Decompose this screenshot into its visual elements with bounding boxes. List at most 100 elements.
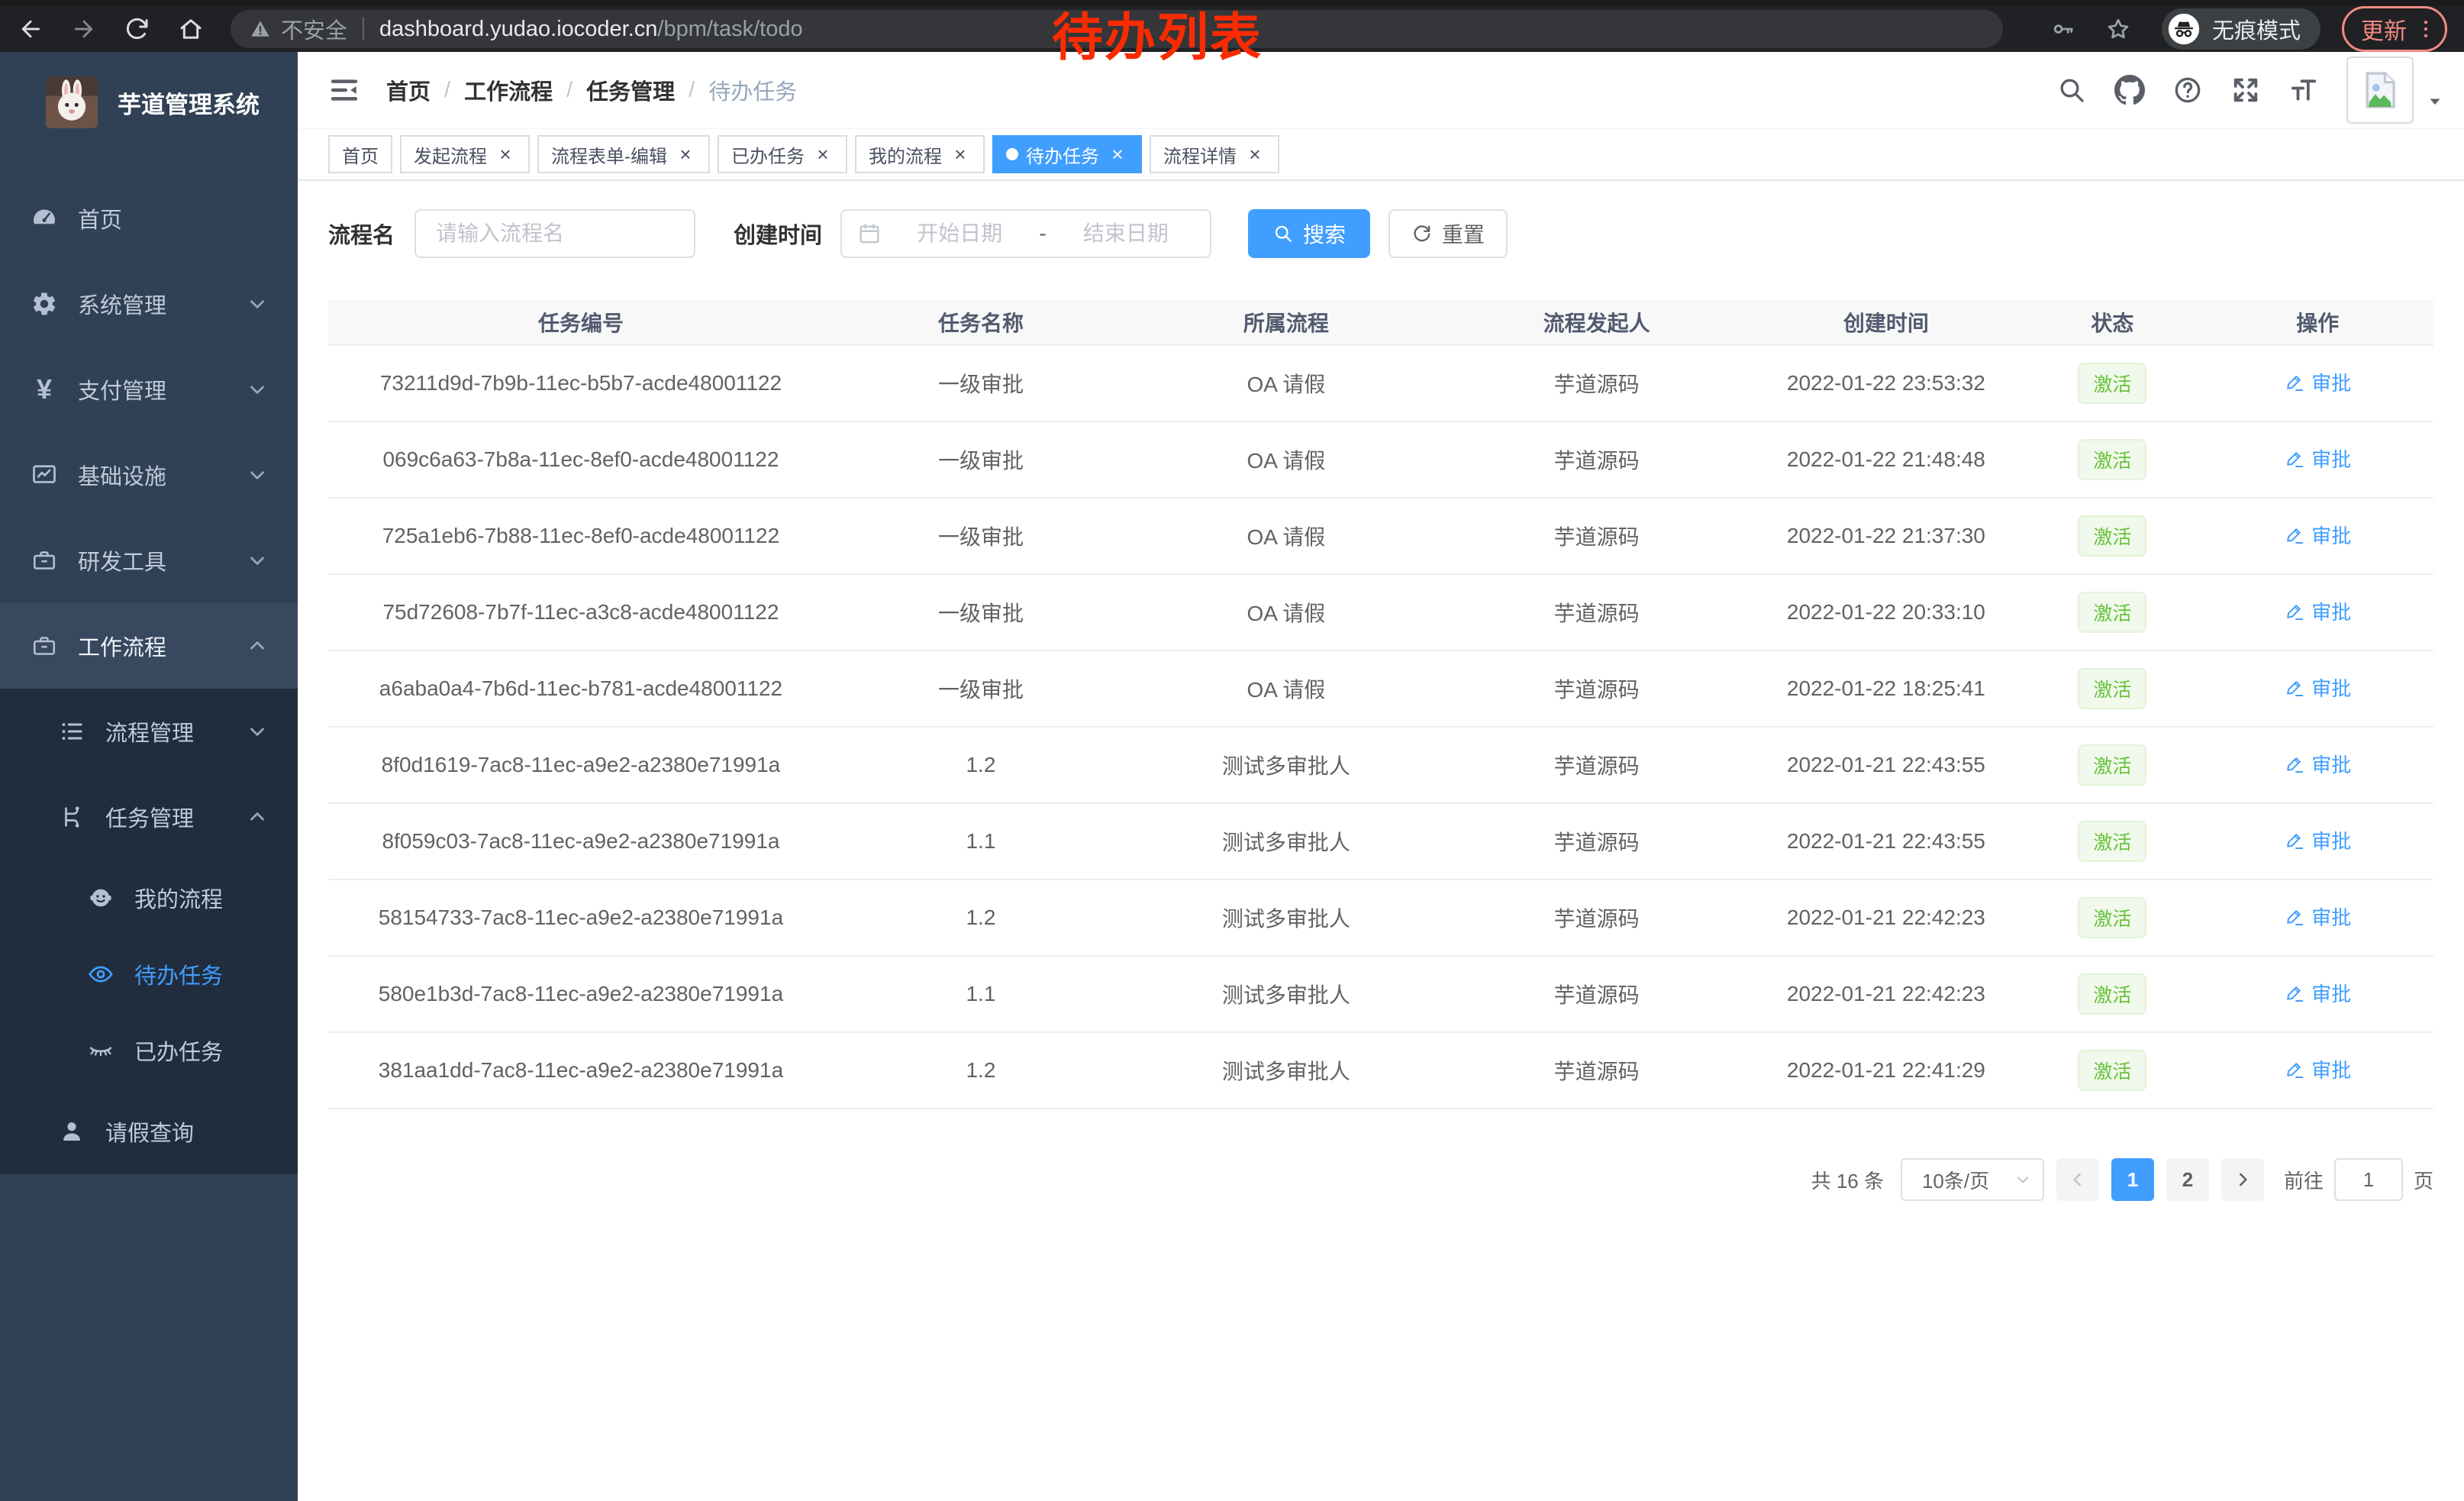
cell-id: 580e1b3d-7ac8-11ec-a9e2-a2380e71991a (328, 982, 834, 1006)
approve-link[interactable]: 审批 (2284, 368, 2351, 396)
sidebar-item-工作流程[interactable]: 工作流程 (0, 603, 298, 689)
sidebar-item-请假查询[interactable]: 请假查询 (0, 1089, 298, 1174)
sidebar-item-待办任务[interactable]: 待办任务 (0, 936, 298, 1012)
cell-time: 2022-01-22 20:33:10 (1750, 600, 2024, 625)
next-page-button[interactable] (2221, 1158, 2264, 1201)
sidebar-item-我的流程[interactable]: 我的流程 (0, 860, 298, 936)
sidebar-item-任务管理[interactable]: 任务管理 (0, 774, 298, 860)
sidebar-item-基础设施[interactable]: 基础设施 (0, 432, 298, 518)
cell-initiator: 芋道源码 (1444, 673, 1750, 704)
help-icon[interactable] (2172, 75, 2203, 105)
status-badge: 激活 (2078, 515, 2146, 557)
approve-link[interactable]: 审批 (2284, 979, 2351, 1007)
tab-发起流程[interactable]: 发起流程× (400, 135, 530, 173)
goto-page-input[interactable] (2334, 1158, 2403, 1201)
close-icon[interactable]: × (950, 144, 971, 165)
browser-back-icon[interactable] (17, 15, 44, 43)
breadcrumb-item-首页[interactable]: 首页 (386, 74, 431, 106)
url-path: /bpm/task/todo (657, 17, 802, 42)
browser-update-button[interactable]: 更新 (2342, 6, 2447, 52)
edit-icon (2284, 1059, 2305, 1080)
approve-link[interactable]: 审批 (2284, 1055, 2351, 1083)
process-name-input[interactable] (414, 209, 695, 258)
cell-initiator: 芋道源码 (1444, 368, 1750, 399)
sidebar-item-流程管理[interactable]: 流程管理 (0, 689, 298, 774)
browser-menu-icon[interactable] (2414, 18, 2437, 40)
tab-已办任务[interactable]: 已办任务× (718, 135, 847, 173)
avatar[interactable] (2346, 56, 2414, 124)
reset-button-label: 重置 (1442, 218, 1485, 249)
browser-home-icon[interactable] (177, 15, 205, 43)
avatar-caret-icon[interactable] (2426, 92, 2444, 111)
approve-link[interactable]: 审批 (2284, 902, 2351, 931)
cell-name: 一级审批 (834, 444, 1128, 475)
reset-button[interactable]: 重置 (1388, 209, 1508, 258)
chevron-right-icon (2233, 1170, 2253, 1190)
date-range-picker[interactable]: - (840, 209, 1211, 258)
not-secure-label: 不安全 (281, 13, 347, 45)
breadcrumb-item-待办任务: 待办任务 (708, 74, 797, 106)
approve-link[interactable]: 审批 (2284, 444, 2351, 473)
tab-label: 待办任务 (1026, 141, 1099, 168)
omnibox-divider (363, 18, 364, 40)
tab-流程表单-编辑[interactable]: 流程表单-编辑× (537, 135, 710, 173)
sidebar-item-首页[interactable]: 首页 (0, 176, 298, 261)
incognito-badge: 无痕模式 (2162, 8, 2320, 50)
tab-首页[interactable]: 首页 (328, 135, 392, 173)
page-button-1[interactable]: 1 (2111, 1158, 2154, 1201)
start-date-input[interactable] (882, 221, 1037, 247)
approve-link[interactable]: 审批 (2284, 673, 2351, 702)
close-icon[interactable]: × (1107, 144, 1128, 165)
github-icon[interactable] (2114, 75, 2145, 105)
fullscreen-icon[interactable] (2230, 75, 2261, 105)
browser-reload-icon[interactable] (124, 15, 151, 43)
sidebar-item-label: 支付管理 (78, 373, 166, 405)
cell-status: 激活 (2023, 668, 2201, 709)
status-badge: 激活 (2078, 897, 2146, 938)
table-row: 75d72608-7b7f-11ec-a3c8-acde48001122一级审批… (328, 575, 2433, 651)
cell-name: 1.1 (834, 829, 1128, 854)
breadcrumb-item-工作流程[interactable]: 工作流程 (464, 74, 553, 106)
approve-link[interactable]: 审批 (2284, 521, 2351, 549)
goto-page-suffix: 页 (2414, 1166, 2433, 1194)
cell-time: 2022-01-21 22:42:23 (1750, 905, 2024, 930)
cell-name: 1.2 (834, 753, 1128, 777)
cell-action: 审批 (2202, 673, 2433, 704)
sidebar-item-支付管理[interactable]: ¥支付管理 (0, 347, 298, 432)
search-button[interactable]: 搜索 (1248, 209, 1370, 258)
breadcrumb-item-任务管理[interactable]: 任务管理 (586, 74, 675, 106)
approve-link[interactable]: 审批 (2284, 597, 2351, 625)
close-icon[interactable]: × (495, 144, 516, 165)
cell-action: 审批 (2202, 1055, 2433, 1086)
tab-流程详情[interactable]: 流程详情× (1150, 135, 1279, 173)
close-icon[interactable]: × (675, 144, 696, 165)
cell-initiator: 芋道源码 (1444, 979, 1750, 1009)
browser-forward-icon[interactable] (70, 15, 98, 43)
bookmark-star-icon[interactable] (2105, 16, 2131, 42)
end-date-input[interactable] (1048, 221, 1204, 247)
approve-link[interactable]: 审批 (2284, 750, 2351, 778)
app-logo-row[interactable]: 芋道管理系统 (0, 52, 298, 153)
refresh-icon (1411, 223, 1433, 244)
prev-page-button[interactable] (2056, 1158, 2099, 1201)
close-icon[interactable]: × (1244, 144, 1266, 165)
address-bar[interactable]: 不安全 dashboard.yudao.iocoder.cn/bpm/task/… (231, 10, 2003, 48)
search-icon[interactable] (2056, 75, 2087, 105)
pagination: 共 16 条 10条/页 12 前往 页 (328, 1158, 2433, 1201)
cell-id: 73211d9d-7b9b-11ec-b5b7-acde48001122 (328, 371, 834, 395)
page-button-2[interactable]: 2 (2166, 1158, 2209, 1201)
font-size-icon[interactable] (2288, 75, 2319, 105)
sidebar-item-已办任务[interactable]: 已办任务 (0, 1012, 298, 1089)
tab-待办任务[interactable]: 待办任务 × (992, 135, 1142, 173)
sidebar-collapse-icon[interactable] (328, 74, 360, 106)
sidebar-item-研发工具[interactable]: 研发工具 (0, 518, 298, 603)
status-badge: 激活 (2078, 1050, 2146, 1091)
page-size-select[interactable]: 10条/页 (1901, 1158, 2044, 1201)
close-icon[interactable]: × (812, 144, 834, 165)
password-key-icon[interactable] (2050, 16, 2076, 42)
sidebar-item-系统管理[interactable]: 系统管理 (0, 261, 298, 347)
content: 流程名 创建时间 - 搜索 重置 (298, 181, 2464, 1501)
approve-link[interactable]: 审批 (2284, 826, 2351, 854)
tab-我的流程[interactable]: 我的流程× (855, 135, 985, 173)
approve-link-label: 审批 (2311, 521, 2351, 549)
